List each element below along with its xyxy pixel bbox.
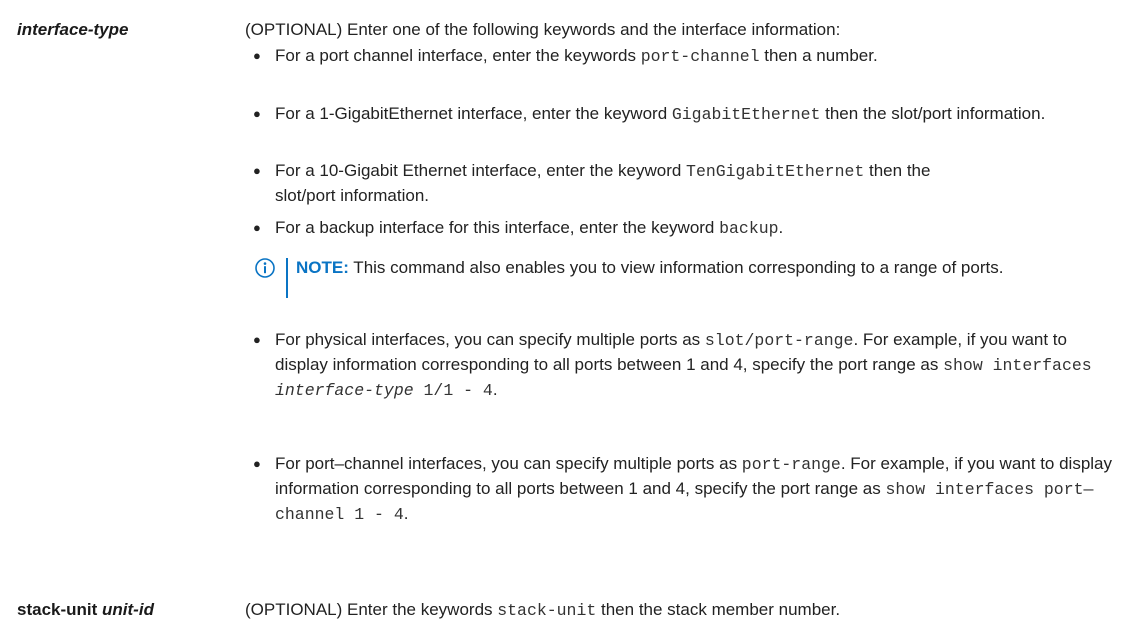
list-item: ● For physical interfaces, you can speci…	[253, 328, 1113, 403]
term-keyword: stack-unit	[17, 600, 98, 619]
bullet-icon: ●	[253, 456, 261, 471]
list-item: ● For a 10-Gigabit Ethernet interface, e…	[253, 159, 953, 208]
page: { "row1": { "term": "interface-type", "i…	[0, 0, 1139, 641]
item-code: TenGigabitEthernet	[686, 162, 865, 181]
desc-code: stack-unit	[497, 601, 597, 620]
bullet-icon: ●	[253, 332, 261, 347]
info-icon	[255, 258, 275, 278]
term-arg: unit-id	[102, 600, 154, 619]
item-text: then a number.	[759, 46, 878, 65]
item-code-arg: interface-type	[275, 381, 414, 400]
desc-text: then the stack member number.	[596, 600, 841, 619]
item-text: .	[492, 380, 498, 399]
item-code: 1/1 - 4	[413, 381, 493, 400]
item-code: GigabitEthernet	[671, 105, 821, 124]
item-text: For physical interfaces, you can specify…	[275, 330, 705, 349]
desc-text: (OPTIONAL) Enter the keywords	[245, 600, 498, 619]
item-text: For a backup interface for this interfac…	[275, 218, 720, 237]
item-text: For a 10-Gigabit Ethernet interface, ent…	[275, 161, 687, 180]
bullet-icon: ●	[253, 48, 261, 63]
item-text: For port–channel interfaces, you can spe…	[275, 454, 742, 473]
note-bar	[286, 258, 288, 298]
term-arg: interface-type	[17, 20, 129, 39]
list-item: ● For a 1-GigabitEthernet interface, ent…	[253, 102, 1113, 127]
item-text: .	[778, 218, 784, 237]
item-code: backup	[719, 219, 779, 238]
bullet-icon: ●	[253, 106, 261, 121]
item-code: port-channel	[640, 47, 760, 66]
bullet-icon: ●	[253, 220, 261, 235]
term-interface-type: interface-type	[17, 20, 128, 40]
bullet-icon: ●	[253, 163, 261, 178]
item-text: For a 1-GigabitEthernet interface, enter…	[275, 104, 672, 123]
note-label: NOTE:	[296, 258, 349, 277]
item-text: .	[403, 504, 409, 523]
interface-type-intro: (OPTIONAL) Enter one of the following ke…	[245, 20, 841, 39]
note-callout: NOTE: This command also enables you to v…	[255, 256, 1115, 298]
item-code: slot/port-range	[704, 331, 854, 350]
item-text: For a port channel interface, enter the …	[275, 46, 641, 65]
stack-unit-description: (OPTIONAL) Enter the keywords stack-unit…	[245, 598, 840, 623]
item-text: then the slot/port information.	[820, 104, 1046, 123]
note-text: NOTE: This command also enables you to v…	[296, 256, 1115, 280]
item-code: show interfaces	[943, 356, 1092, 375]
list-item: ● For port–channel interfaces, you can s…	[253, 452, 1113, 527]
term-stack-unit: stack-unit unit-id	[17, 600, 154, 620]
item-code: port-range	[741, 455, 841, 474]
list-item: ● For a port channel interface, enter th…	[253, 44, 1113, 69]
list-item: ● For a backup interface for this interf…	[253, 216, 1113, 241]
note-body: This command also enables you to view in…	[348, 258, 1004, 277]
